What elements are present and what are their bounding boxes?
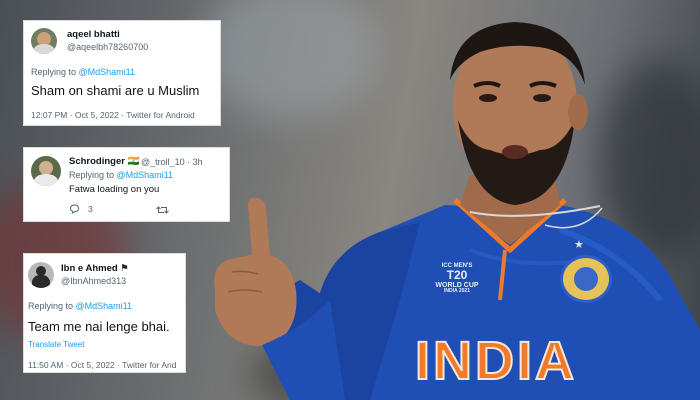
replying-to: Replying to @MdShami11 [28, 301, 133, 311]
tweet-author-name[interactable]: aqeel bhatti [67, 29, 120, 40]
tweet-author-handle[interactable]: @aqeelbh78260700 [67, 42, 148, 52]
tweet-card[interactable]: aqeel bhatti @aqeelbh78260700 Replying t… [23, 20, 221, 126]
tweet-text: Fatwa loading on you [69, 184, 160, 195]
tweet-card[interactable]: Schrodinger 🇮🇳 @_troll_10 · 3h Replying … [23, 147, 230, 222]
tweet-timestamp[interactable]: 12:07 PM · Oct 5, 2022 · Twitter for And… [31, 110, 195, 120]
india-flag-icon: 🇮🇳 [127, 156, 140, 167]
translate-tweet-link[interactable]: Translate Tweet [28, 340, 84, 349]
tweet-timestamp[interactable]: 11:50 AM · Oct 5, 2022 · Twitter for And [28, 360, 177, 370]
tweet-author-name[interactable]: Ibn e Ahmed ⚑ [61, 263, 129, 274]
mention-link[interactable]: @MdShami11 [76, 301, 133, 311]
avatar[interactable] [31, 28, 57, 54]
flag-icon: ⚑ [120, 263, 129, 274]
tweet-text: Sham on shami are u Muslim [31, 83, 200, 98]
avatar[interactable] [31, 156, 61, 186]
replying-to: Replying to @MdShami11 [69, 170, 174, 180]
tweet-author-handle[interactable]: @_troll_10 · 3h [141, 157, 203, 167]
tweet-text: Team me nai lenge bhai. [28, 319, 170, 334]
mention-link[interactable]: @MdShami11 [117, 170, 174, 180]
avatar[interactable] [28, 262, 54, 288]
retweet-icon[interactable] [156, 205, 169, 215]
reply-count: 3 [88, 204, 93, 214]
comment-icon [69, 204, 80, 214]
world-cup-badge: ICC MEN'S T20 WORLD CUP INDIA 2021 [435, 263, 479, 295]
tweet-author-handle[interactable]: @IbnAhmed313 [61, 276, 126, 286]
bcci-crest [560, 255, 612, 303]
tweet-author-name[interactable]: Schrodinger 🇮🇳 [69, 156, 139, 167]
tweet-card[interactable]: Ibn e Ahmed ⚑ @IbnAhmed313 Replying to @… [23, 253, 186, 373]
jersey-india-text: INDIA [414, 330, 577, 392]
star-icon: ★ [574, 239, 584, 251]
reply-button[interactable]: 3 [69, 204, 93, 214]
mention-link[interactable]: @MdShami11 [79, 67, 136, 77]
replying-to: Replying to @MdShami11 [31, 67, 136, 77]
